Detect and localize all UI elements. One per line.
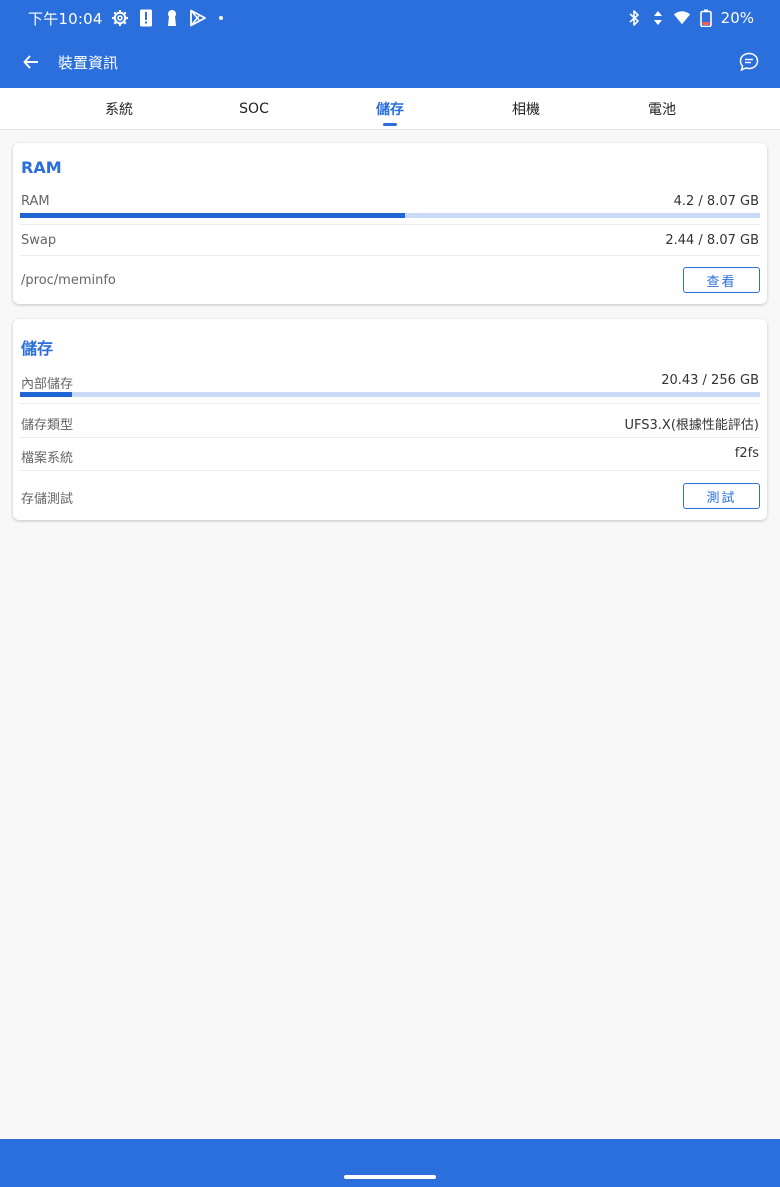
keyhole-icon [163,9,181,27]
storage-card: 儲存 內部儲存 20.43 / 256 GB 儲存類型 UFS3.X(根據性能評… [13,319,767,520]
divider [20,255,760,256]
ram-progress-fill [20,213,405,218]
bluetooth-icon [625,9,643,27]
divider [20,224,760,225]
play-store-icon [189,9,207,27]
tab-battery[interactable]: 電池 [622,88,702,130]
battery-percent: 20% [720,9,754,27]
view-meminfo-button[interactable]: 查看 [683,267,760,293]
ram-label: RAM [21,194,50,209]
tab-storage[interactable]: 儲存 [350,88,430,130]
tab-label: SOC [239,101,269,117]
tab-system[interactable]: 系統 [79,88,159,130]
storage-test-button[interactable]: 測試 [683,483,760,509]
battery-icon [697,9,715,27]
tab-soc[interactable]: SOC [214,88,294,130]
meminfo-label: /proc/meminfo [21,273,116,288]
status-time: 下午10:04 [28,9,103,28]
tab-indicator [383,123,397,126]
storage-progress-bar [20,392,760,397]
ram-card: RAM RAM 4.2 / 8.07 GB Swap 2.44 / 8.07 G… [13,143,767,304]
tab-label: 系統 [105,102,133,118]
wifi-icon [673,9,691,27]
storage-progress-fill [20,392,72,397]
alert-icon [137,9,155,27]
internal-storage-value: 20.43 / 256 GB [661,373,759,388]
divider [20,403,760,404]
data-arrows-icon [649,9,667,27]
notification-dot [218,16,223,20]
app-bar: 裝置資訊 [0,36,780,88]
storage-type-value: UFS3.X(根據性能評估) [624,418,759,433]
internal-storage-label: 內部儲存 [21,377,74,392]
page-title: 裝置資訊 [58,53,119,72]
top-bar: 下午10:04 20% 裝置資訊 [0,0,780,88]
ram-value: 4.2 / 8.07 GB [673,194,759,209]
swap-label: Swap [21,233,57,248]
storage-type-label: 儲存類型 [21,418,74,433]
tab-camera[interactable]: 相機 [486,88,566,130]
storage-card-title: 儲存 [21,339,54,358]
chat-bubble-icon[interactable] [736,49,762,75]
divider [20,470,760,471]
filesystem-value: f2fs [734,446,759,461]
tab-label: 相機 [512,102,540,118]
tab-label: 儲存 [376,102,404,118]
tab-label: 電池 [648,102,676,118]
back-arrow-icon[interactable] [18,49,44,75]
navigation-bar [0,1139,780,1187]
tab-bar: 系統 SOC 儲存 相機 電池 [0,88,780,130]
storage-test-label: 存儲測試 [21,492,74,507]
swap-value: 2.44 / 8.07 GB [665,233,759,248]
status-bar: 下午10:04 20% [0,0,780,36]
ram-progress-bar [20,213,760,218]
gear-icon [111,9,129,27]
divider [20,437,760,438]
ram-card-title: RAM [21,158,62,177]
gesture-handle[interactable] [344,1175,436,1179]
filesystem-label: 檔案系統 [21,451,74,466]
